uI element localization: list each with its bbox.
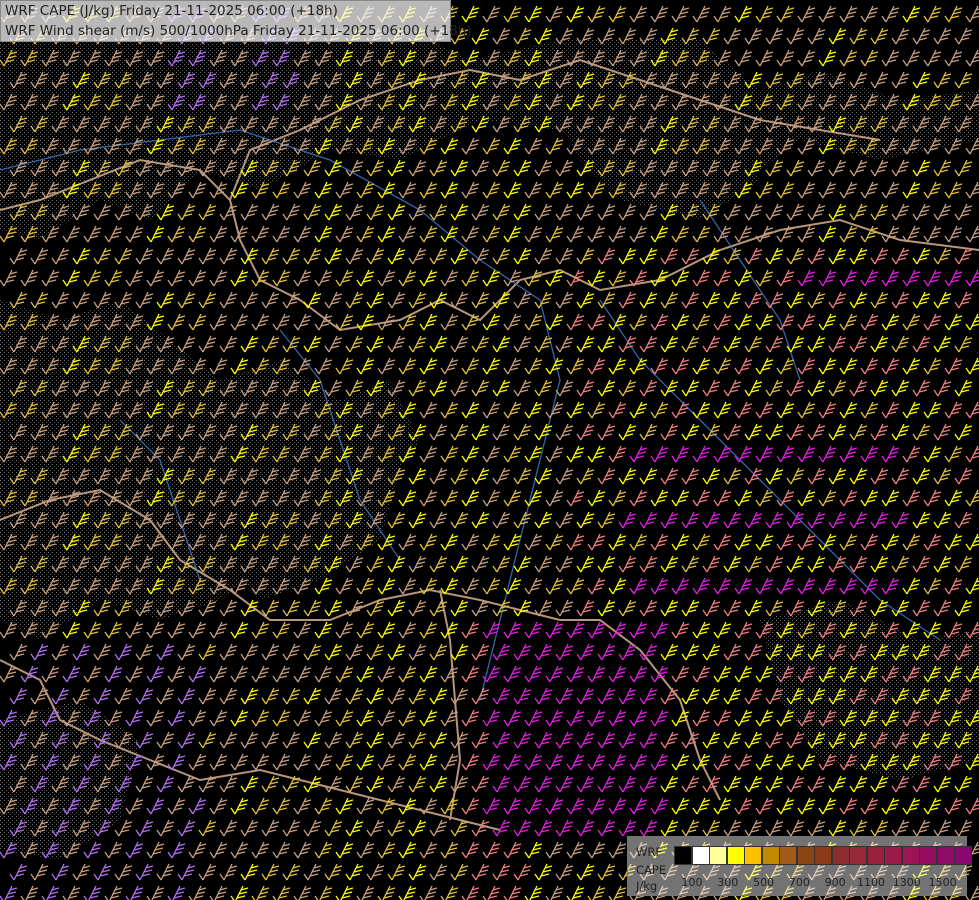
wind-shear-title: WRF Wind shear (m/s) 500/1000hPa Friday … — [5, 23, 472, 39]
legend-swatch — [884, 846, 902, 865]
legend-swatch — [901, 846, 920, 865]
legend-swatch — [691, 846, 710, 865]
legend-swatch — [866, 846, 885, 865]
legend-swatch — [849, 846, 867, 865]
legend-tick-label: 1100 — [857, 876, 885, 889]
legend-swatch — [814, 846, 832, 865]
legend-tick-label: 300 — [717, 876, 739, 889]
cape-title: WRF CAPE (J/kg) Friday 21-11-2025 06:00 … — [5, 3, 338, 19]
legend-label-model: WRF — [636, 845, 662, 859]
legend-label-variable: CAPE — [636, 863, 667, 877]
legend-swatch — [919, 846, 937, 865]
legend-tick-label: 1500 — [928, 876, 957, 889]
map-title-box: WRF CAPE (J/kg) Friday 21-11-2025 06:00 … — [0, 0, 472, 42]
legend-tick-label: 700 — [788, 876, 810, 889]
legend-swatch — [761, 846, 780, 865]
legend-tick-label: 1300 — [892, 876, 921, 889]
weather-map — [0, 0, 979, 900]
legend-swatch — [779, 846, 797, 865]
legend-swatch — [744, 846, 762, 865]
legend-swatch — [936, 846, 955, 865]
cape-legend: WRF CAPE J/kg 100 300 500 700 900 1100 1300 150… — [627, 836, 972, 896]
legend-tick-label: 900 — [824, 876, 846, 889]
legend-swatch — [709, 846, 727, 865]
legend-tick-label: 100 — [681, 876, 703, 889]
legend-tick-label: 500 — [753, 876, 775, 889]
legend-swatch — [831, 846, 850, 865]
legend-swatch — [796, 846, 815, 865]
legend-swatch — [726, 846, 745, 865]
legend-swatch — [674, 846, 692, 865]
legend-swatch — [954, 846, 972, 865]
legend-label-unit: J/kg — [636, 879, 658, 893]
